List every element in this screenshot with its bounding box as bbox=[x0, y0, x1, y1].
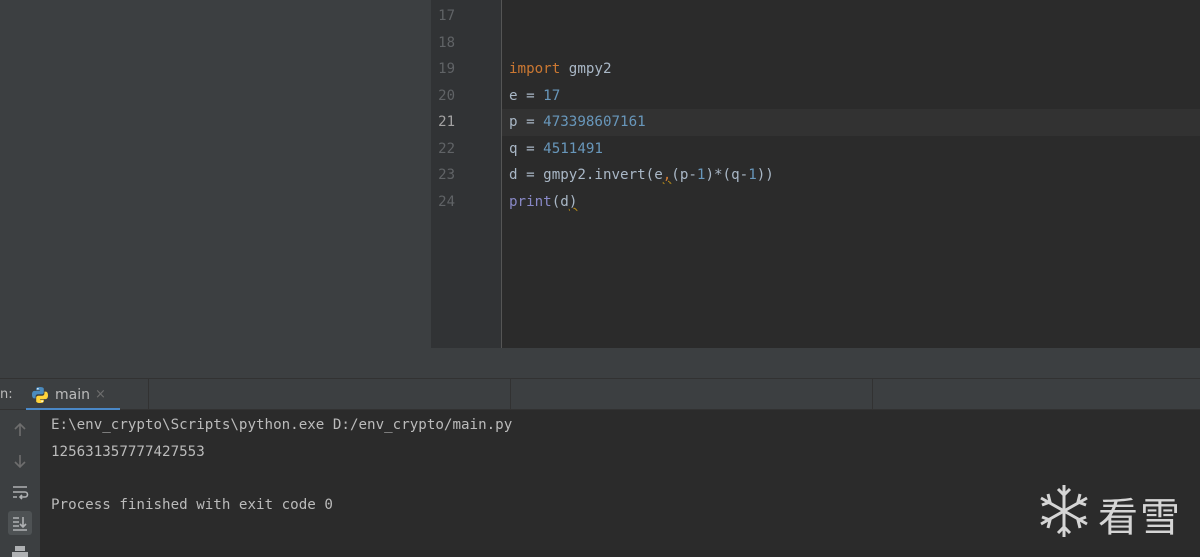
number-token: 17 bbox=[543, 88, 561, 104]
run-tool-window-header: n: main × bbox=[0, 378, 1200, 411]
number-token: 4511491 bbox=[543, 141, 603, 157]
watermark-text: 看雪 bbox=[1098, 495, 1182, 541]
close-icon[interactable]: × bbox=[95, 387, 106, 402]
line-number-gutter: 17 18 19 20 21 22 23 24 bbox=[431, 0, 501, 348]
line-number: 20 bbox=[438, 88, 455, 104]
code-token: (p- bbox=[671, 167, 697, 183]
line-number: 17 bbox=[438, 8, 455, 24]
header-divider bbox=[148, 379, 149, 411]
console-output[interactable]: E:\env_crypto\Scripts\python.exe D:/env_… bbox=[40, 410, 1200, 557]
soft-wrap-icon[interactable] bbox=[8, 480, 32, 504]
scroll-to-end-icon[interactable] bbox=[8, 511, 32, 535]
console-line: E:\env_crypto\Scripts\python.exe D:/env_… bbox=[51, 417, 513, 433]
code-line-22[interactable]: q = 4511491 bbox=[509, 136, 603, 163]
code-token: )) bbox=[756, 167, 774, 183]
code-line-20[interactable]: e = 17 bbox=[509, 83, 560, 110]
line-number: 23 bbox=[438, 167, 455, 183]
code-token: )*(q- bbox=[705, 167, 749, 183]
code-token: d = gmpy2.invert(e bbox=[509, 167, 663, 183]
run-tab-main[interactable]: main × bbox=[22, 379, 120, 411]
paren-warning-token: ) bbox=[568, 194, 578, 210]
line-number-current: 21 bbox=[438, 114, 455, 130]
arrow-up-icon[interactable] bbox=[8, 418, 32, 442]
header-divider bbox=[872, 379, 873, 411]
code-token: e = bbox=[509, 88, 544, 104]
line-number: 19 bbox=[438, 61, 455, 77]
keyword-token: import bbox=[509, 61, 561, 77]
run-toolbar bbox=[0, 410, 40, 557]
arrow-down-icon[interactable] bbox=[8, 449, 32, 473]
line-number: 18 bbox=[438, 35, 455, 51]
run-tool-window-label: n: bbox=[0, 387, 13, 402]
code-token: p = bbox=[509, 114, 544, 130]
number-token: 473398607161 bbox=[543, 114, 646, 130]
code-line-23[interactable]: d = gmpy2.invert(e,(p-1)*(q-1)) bbox=[509, 162, 774, 189]
code-token: gmpy2 bbox=[560, 61, 612, 77]
code-line-19[interactable]: import gmpy2 bbox=[509, 56, 612, 83]
code-line-21[interactable]: p = 473398607161 bbox=[509, 109, 646, 136]
console-line: 125631357777427553 bbox=[51, 444, 205, 460]
line-number: 22 bbox=[438, 141, 455, 157]
console-line: Process finished with exit code 0 bbox=[51, 497, 333, 513]
project-panel bbox=[0, 0, 431, 378]
code-token: (d bbox=[551, 194, 569, 210]
run-tab-label: main bbox=[55, 387, 90, 403]
watermark: 看雪 bbox=[1036, 481, 1196, 551]
number-token: 1 bbox=[748, 167, 757, 183]
line-number: 24 bbox=[438, 194, 455, 210]
print-icon[interactable] bbox=[8, 542, 32, 557]
gutter-divider bbox=[501, 0, 502, 348]
code-token: q = bbox=[509, 141, 544, 157]
python-icon bbox=[32, 387, 48, 403]
code-line-24[interactable]: print(d) bbox=[509, 189, 577, 216]
code-editor[interactable]: 17 18 19 20 21 22 23 24 import gmpy2 e =… bbox=[431, 0, 1200, 348]
header-divider bbox=[510, 379, 511, 411]
snowflake-icon bbox=[1040, 485, 1088, 537]
editor-scrollbar-area[interactable] bbox=[431, 348, 1200, 378]
builtin-token: print bbox=[509, 194, 552, 210]
comma-warning-token: , bbox=[662, 167, 672, 183]
